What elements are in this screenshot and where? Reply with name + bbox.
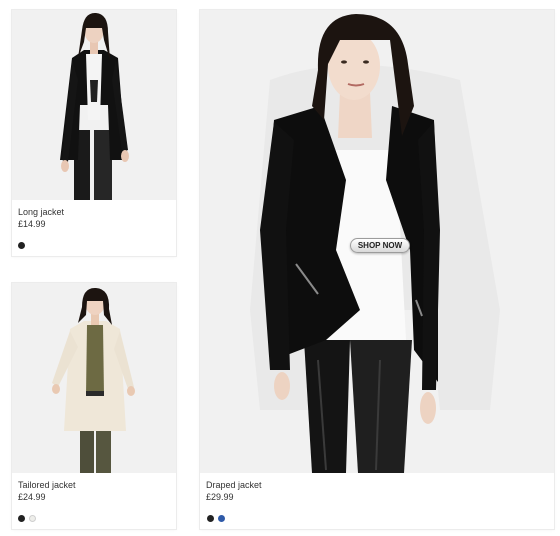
product-card-tailored-jacket[interactable]: Tailored jacket £24.99 bbox=[12, 283, 176, 529]
color-swatches bbox=[18, 242, 25, 249]
product-image[interactable]: SHOP NOW bbox=[200, 10, 554, 473]
product-photo-tailored-jacket bbox=[52, 287, 135, 473]
color-swatches bbox=[18, 515, 36, 522]
product-name[interactable]: Draped jacket bbox=[206, 479, 262, 491]
shop-now-button[interactable]: SHOP NOW bbox=[350, 238, 410, 253]
product-name[interactable]: Tailored jacket bbox=[18, 479, 76, 491]
color-swatch-blue[interactable] bbox=[218, 515, 225, 522]
product-price: £29.99 bbox=[206, 492, 234, 502]
product-image[interactable] bbox=[12, 283, 176, 473]
color-swatch-black[interactable] bbox=[18, 242, 25, 249]
color-swatch-black[interactable] bbox=[207, 515, 214, 522]
color-swatches bbox=[207, 515, 225, 522]
product-card-long-jacket[interactable]: Long jacket £14.99 bbox=[12, 10, 176, 256]
color-swatch-black[interactable] bbox=[18, 515, 25, 522]
product-image[interactable] bbox=[12, 10, 176, 200]
product-name[interactable]: Long jacket bbox=[18, 206, 64, 218]
product-photo-long-jacket bbox=[60, 12, 129, 200]
product-card-draped-jacket[interactable]: SHOP NOW Draped jacket £29.99 bbox=[200, 10, 554, 529]
product-price: £14.99 bbox=[18, 219, 46, 229]
color-swatch-cream[interactable] bbox=[29, 515, 36, 522]
product-price: £24.99 bbox=[18, 492, 46, 502]
